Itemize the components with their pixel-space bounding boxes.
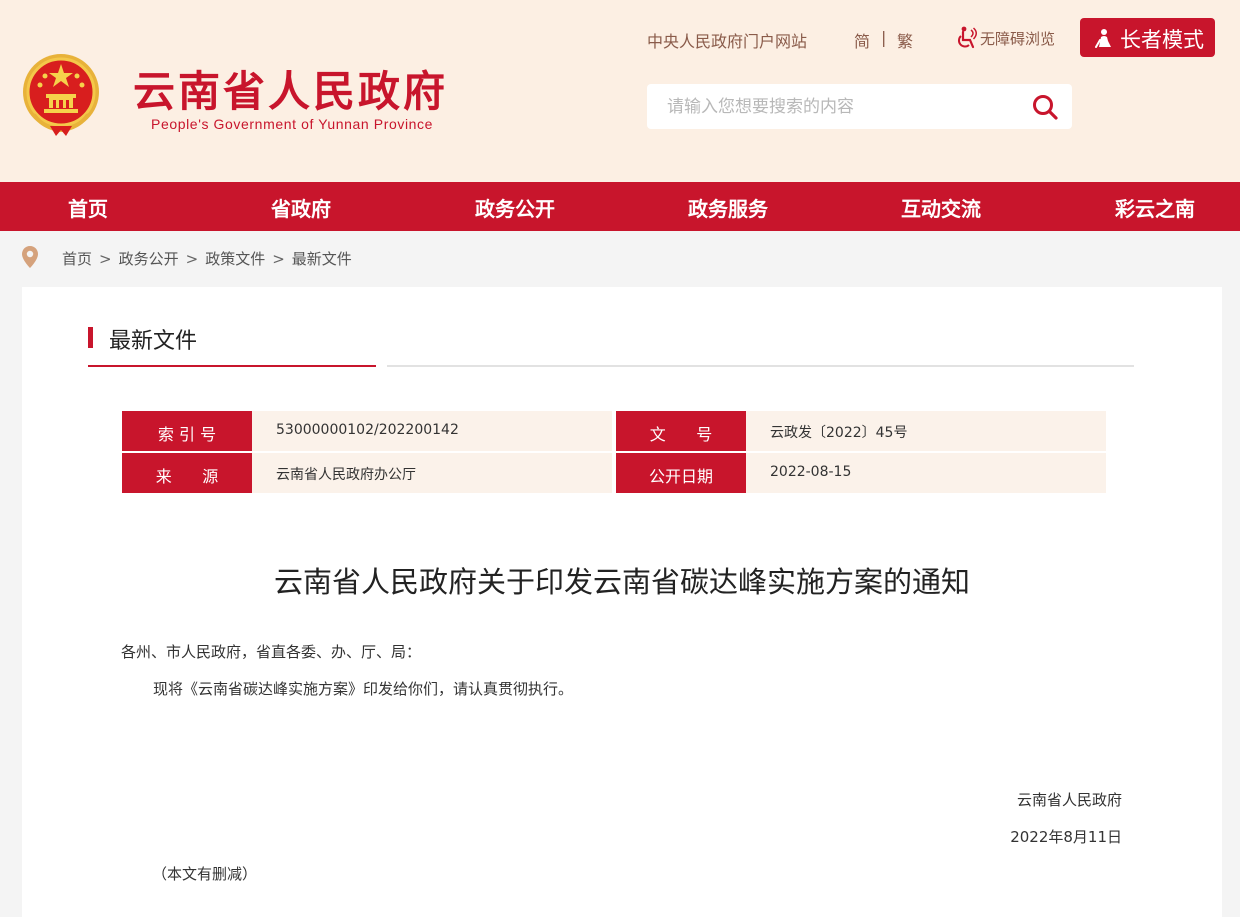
nav-item-government-affairs[interactable]: 政务公开 [475, 193, 555, 222]
meta-docno-label-text: 文 号 [649, 425, 713, 444]
breadcrumb-latest-documents[interactable]: 最新文件 [292, 250, 352, 268]
language-separator: | [881, 28, 887, 47]
nav-item-home[interactable]: 首页 [68, 193, 108, 222]
meta-docno-label: 文 号 [616, 411, 752, 451]
nav-item-provincial-government[interactable]: 省政府 [271, 193, 331, 222]
elder-mode-label: 长者模式 [1120, 28, 1204, 52]
breadcrumb-separator: > [185, 250, 199, 268]
meta-index-value-text: 53000000102/202200142 [276, 422, 459, 438]
meta-index-value: 53000000102/202200142 [252, 411, 612, 451]
elder-mode-button[interactable]: 长者模式 [1080, 18, 1215, 57]
site-title[interactable]: 云南省人民政府 [133, 66, 448, 118]
elder-icon [1095, 29, 1111, 48]
nav-item-colorful-yunnan[interactable]: 彩云之南 [1115, 193, 1195, 222]
traditional-chinese-link[interactable]: 繁 [897, 28, 913, 52]
meta-date-value: 2022-08-15 [746, 453, 1106, 493]
meta-date-label: 公开日期 [616, 453, 752, 493]
document-issuer: 云南省人民政府 [1016, 791, 1122, 809]
meta-docno: 文 号 云政发〔2022〕45号 [616, 411, 1106, 451]
breadcrumb-policy-documents[interactable]: 政策文件 [205, 250, 265, 268]
meta-date-value-text: 2022-08-15 [770, 464, 852, 480]
breadcrumb-government-affairs[interactable]: 政务公开 [119, 250, 179, 268]
meta-index-label: 索 引 号 [122, 411, 258, 451]
breadcrumb: 首页 > 政务公开 > 政策文件 > 最新文件 [0, 231, 1240, 287]
meta-date: 公开日期 2022-08-15 [616, 453, 1106, 493]
search-icon[interactable] [1031, 93, 1059, 121]
document-salutation: 各州、市人民政府，省直各委、办、厅、局： [121, 643, 422, 661]
meta-source: 来 源 云南省人民政府办公厅 [122, 453, 612, 493]
meta-source-label: 来 源 [122, 453, 258, 493]
simplified-chinese-link[interactable]: 简 [854, 28, 870, 52]
nav-item-interaction[interactable]: 互动交流 [901, 193, 981, 222]
meta-source-label-text: 来 源 [155, 467, 219, 486]
section-title: 最新文件 [109, 329, 198, 354]
meta-docno-value-text: 云政发〔2022〕45号 [770, 425, 908, 441]
main-nav: 首页 省政府 政务公开 政务服务 互动交流 彩云之南 [0, 182, 1240, 231]
site-subtitle: People's Government of Yunnan Province [151, 116, 434, 132]
breadcrumb-home[interactable]: 首页 [62, 250, 92, 268]
meta-index: 索 引 号 53000000102/202200142 [122, 411, 612, 451]
meta-index-label-text: 索 引 号 [157, 425, 217, 444]
breadcrumb-separator: > [272, 250, 285, 268]
site-header: 云南省人民政府 People's Government of Yunnan Pr… [0, 0, 1240, 182]
central-government-link[interactable]: 中央人民政府门户网站 [647, 28, 807, 52]
nav-item-government-services[interactable]: 政务服务 [688, 193, 768, 222]
document-date: 2022年8月11日 [1010, 828, 1122, 846]
document-title: 云南省人民政府关于印发云南省碳达峰实施方案的通知 [273, 565, 970, 599]
search-input[interactable] [647, 84, 1017, 129]
document-note: （本文有删减） [152, 865, 258, 883]
breadcrumb-trail: 首页 > 政务公开 > 政策文件 > 最新文件 [62, 248, 352, 269]
section-divider [387, 365, 1134, 367]
content-card: 最新文件 索 引 号 53000000102/202200142 文 号 云政发… [22, 287, 1222, 917]
national-emblem-icon[interactable] [20, 52, 102, 138]
search-box [647, 84, 1072, 129]
section-underline [88, 365, 376, 367]
meta-source-value: 云南省人民政府办公厅 [252, 453, 612, 493]
location-pin-icon [22, 246, 38, 268]
meta-date-label-text: 公开日期 [648, 467, 713, 486]
wheelchair-icon [958, 26, 977, 49]
meta-source-value-text: 云南省人民政府办公厅 [276, 467, 416, 483]
section-accent-bar [88, 327, 93, 348]
document-body: 现将《云南省碳达峰实施方案》印发给你们，请认真贯彻执行。 [153, 680, 574, 698]
breadcrumb-separator: > [99, 250, 112, 268]
accessibility-label: 无障碍浏览 [980, 30, 1056, 48]
meta-docno-value: 云政发〔2022〕45号 [746, 411, 1106, 451]
